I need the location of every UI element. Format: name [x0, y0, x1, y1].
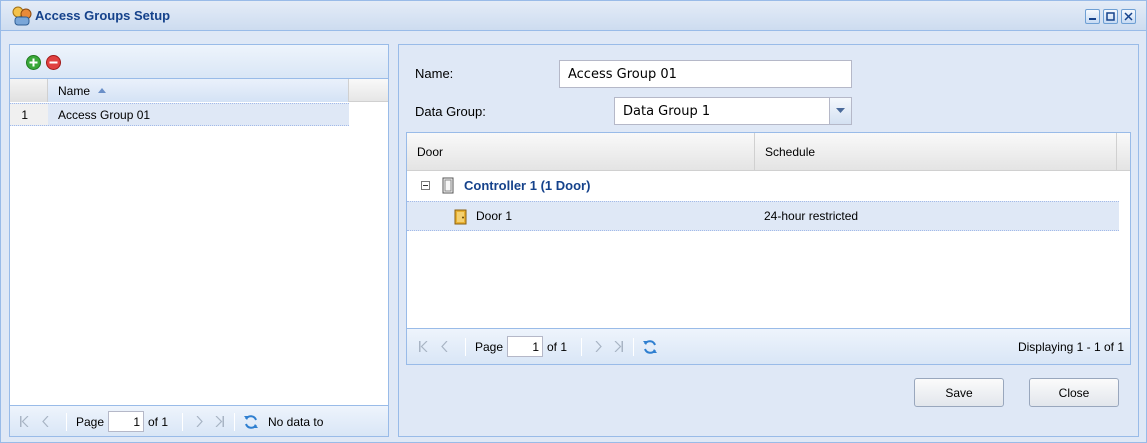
- minimize-icon: [1089, 18, 1096, 20]
- combo-arrow-icon: [836, 108, 845, 113]
- page-count: of 1: [148, 415, 169, 429]
- door-name: Door 1: [476, 209, 513, 223]
- table-row[interactable]: 1 Access Group 01: [10, 103, 349, 126]
- maximize-icon: [1106, 12, 1115, 21]
- last-page-icon[interactable]: [215, 416, 224, 427]
- save-button[interactable]: Save: [914, 378, 1004, 407]
- name-column-label: Name: [58, 84, 91, 98]
- schedule-column-header[interactable]: Schedule: [755, 133, 1117, 171]
- close-button[interactable]: Close: [1029, 378, 1119, 407]
- page-input[interactable]: [507, 336, 543, 357]
- access-groups-panel: Name 1 Access Group 01 Page of 1 No data…: [9, 44, 389, 437]
- door-grid-header: Door Schedule: [407, 133, 1130, 171]
- last-page-icon[interactable]: [614, 341, 623, 352]
- pager-separator: [633, 338, 634, 356]
- row-name: Access Group 01: [58, 108, 151, 122]
- name-label: Name:: [415, 66, 454, 81]
- page-input[interactable]: [108, 411, 144, 432]
- refresh-icon[interactable]: [642, 339, 658, 355]
- schedule-column-label: Schedule: [765, 145, 816, 159]
- door-grid: Door Schedule Controller 1 (1 Door) Door…: [406, 132, 1131, 365]
- minimize-button[interactable]: [1085, 9, 1100, 24]
- app-icon: [12, 6, 32, 26]
- row-number-header: [10, 79, 48, 102]
- prev-page-icon[interactable]: [42, 416, 49, 427]
- grid-header: Name: [10, 79, 388, 102]
- controller-icon: [442, 177, 454, 194]
- pager-separator: [234, 413, 235, 431]
- title-bar: Access Groups Setup: [1, 1, 1146, 31]
- name-column-header[interactable]: Name: [48, 79, 349, 102]
- data-group-label: Data Group:: [415, 104, 486, 119]
- maximize-button[interactable]: [1103, 9, 1118, 24]
- next-page-icon[interactable]: [595, 341, 602, 352]
- access-group-form: Name: Data Group: Data Group 1 Door Sche…: [398, 44, 1139, 437]
- page-count: of 1: [547, 340, 568, 354]
- door-icon: [454, 209, 467, 225]
- refresh-icon[interactable]: [243, 414, 259, 430]
- first-page-icon[interactable]: [20, 416, 29, 427]
- door-column-label: Door: [417, 145, 444, 159]
- prev-page-icon[interactable]: [441, 341, 448, 352]
- data-group-trigger[interactable]: [829, 98, 851, 124]
- door-schedule: 24-hour restricted: [764, 209, 859, 223]
- collapse-icon[interactable]: [421, 181, 430, 190]
- pager-separator: [182, 413, 183, 431]
- left-pager: Page of 1 No data to: [10, 405, 388, 436]
- window-title: Access Groups Setup: [35, 8, 171, 23]
- grid-toolbar: [10, 45, 388, 79]
- next-page-icon[interactable]: [196, 416, 203, 427]
- pager-separator: [581, 338, 582, 356]
- access-groups-window: Access Groups Setup Name 1 Access Group …: [0, 0, 1147, 443]
- name-field[interactable]: [559, 60, 852, 88]
- first-page-icon[interactable]: [419, 341, 428, 352]
- remove-icon[interactable]: [46, 55, 61, 70]
- close-icon: [1124, 12, 1133, 21]
- row-number: 1: [10, 104, 48, 125]
- add-icon[interactable]: [26, 55, 41, 70]
- sort-asc-icon: [98, 88, 106, 93]
- page-label: Page: [475, 340, 504, 354]
- pager-status: Displaying 1 - 1 of 1: [1017, 340, 1124, 354]
- page-label: Page: [76, 415, 105, 429]
- data-group-select[interactable]: Data Group 1: [614, 97, 852, 125]
- close-window-button[interactable]: [1121, 9, 1136, 24]
- controller-group-row[interactable]: Controller 1 (1 Door): [407, 171, 1130, 200]
- door-column-header[interactable]: Door: [407, 133, 755, 171]
- pager-separator: [66, 413, 67, 431]
- data-group-value: Data Group 1: [623, 104, 711, 119]
- door-grid-pager: Page of 1 Displaying 1 - 1 of 1: [407, 328, 1130, 364]
- controller-group-label: Controller 1 (1 Door): [464, 178, 591, 193]
- pager-separator: [465, 338, 466, 356]
- pager-status: No data to: [268, 415, 324, 429]
- table-row[interactable]: Door 1 24-hour restricted: [407, 201, 1119, 231]
